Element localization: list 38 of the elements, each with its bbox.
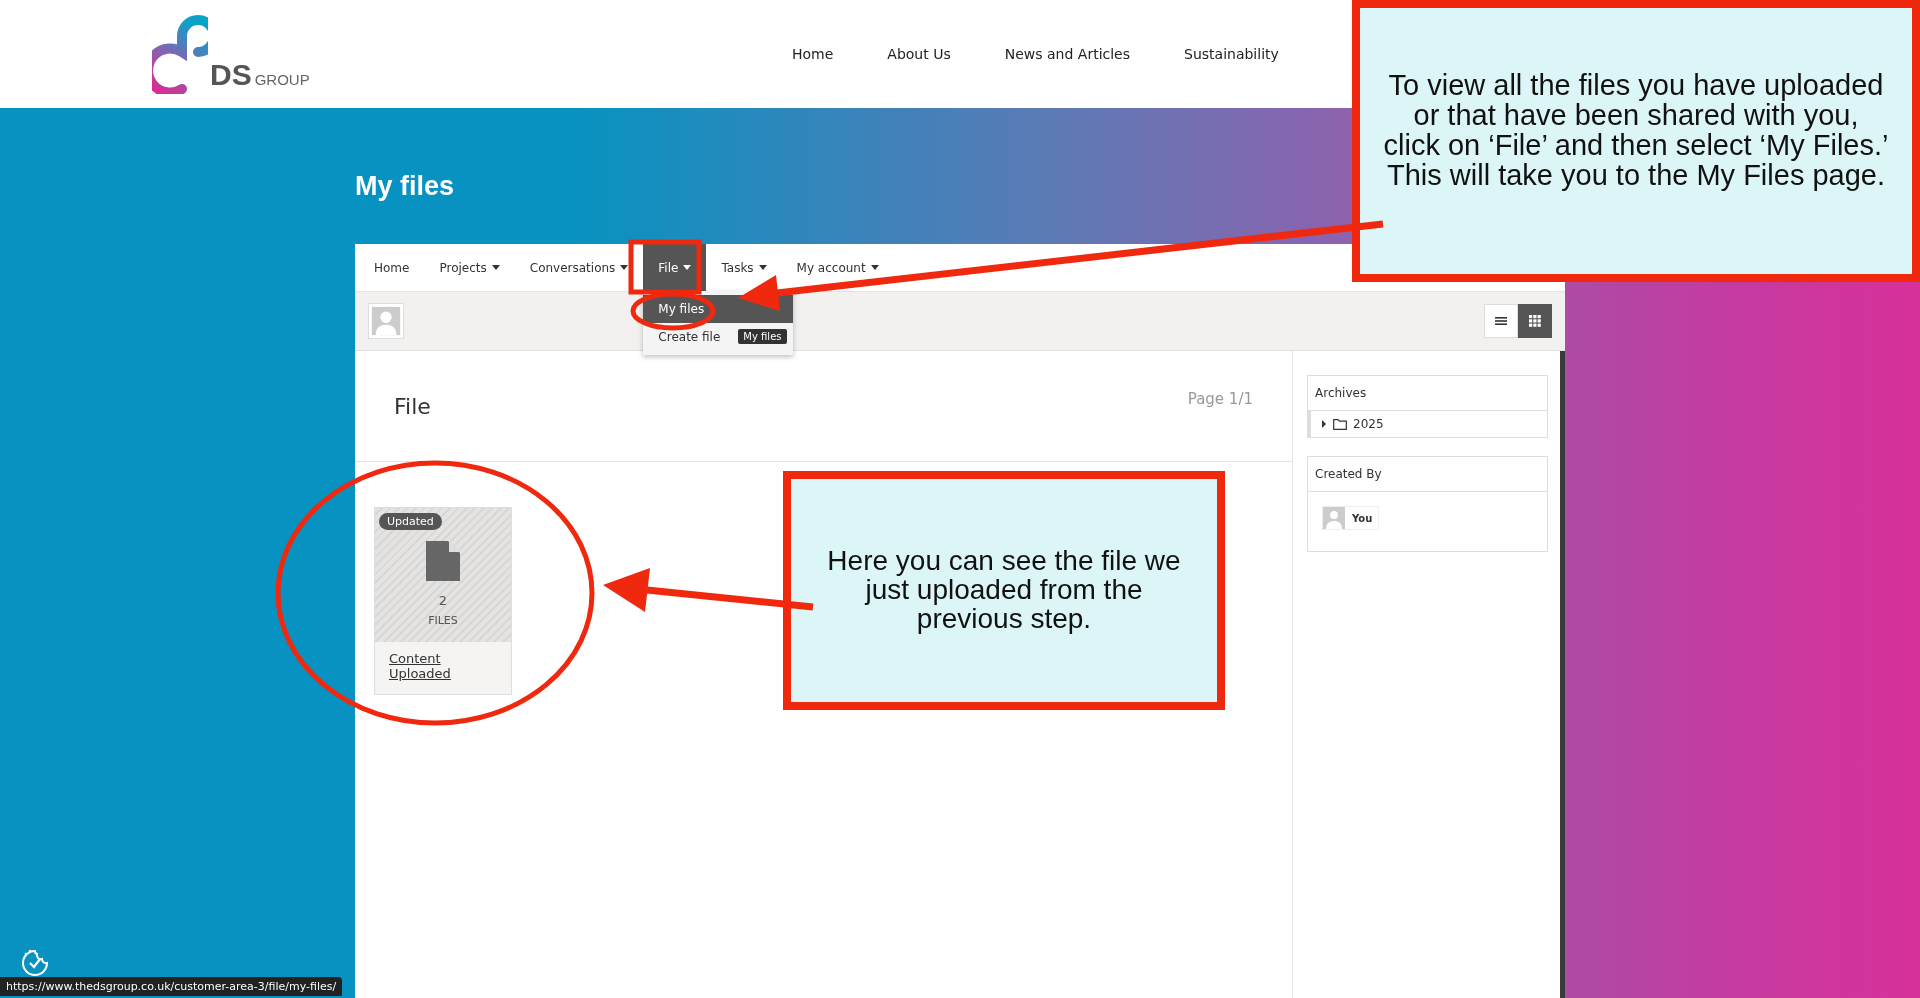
file-count: 2 [438, 593, 448, 608]
tooltip: My files [738, 329, 787, 344]
nav-tab[interactable]: Projects [424, 244, 515, 291]
link-preview-url: https://www.thedsgroup.co.uk/customer-area-3/file/my-files/ [0, 977, 343, 996]
user-filter-chip[interactable]: You [1322, 506, 1380, 530]
nav-tab[interactable]: Conversations [514, 244, 644, 291]
nav-link[interactable]: News and Articles [1004, 46, 1130, 62]
logo-text: DS [210, 60, 252, 90]
page-indicator: Page 1/1 [1187, 390, 1253, 408]
folder-icon [1333, 418, 1347, 430]
grid-icon [1529, 315, 1541, 327]
list-view-button[interactable] [1484, 304, 1518, 338]
callout-note: Here you can see the file we just uploaded from the previous step. [783, 471, 1225, 710]
file-card[interactable]: Updated 2 FILES Content Uploaded [374, 507, 512, 695]
card-title-link[interactable]: Content Uploaded [389, 652, 497, 682]
panel-title: Archives [1308, 376, 1547, 411]
grid-view-button[interactable] [1518, 304, 1552, 338]
page-title: My files [355, 170, 455, 203]
logo-icon [152, 14, 208, 94]
logo-subtext: GROUP [254, 71, 310, 88]
folder-label[interactable]: 2025 [1353, 417, 1384, 431]
avatar-icon [368, 303, 404, 339]
nav-tab[interactable]: Tasks [706, 244, 782, 291]
nav-tab[interactable]: Home [359, 244, 425, 291]
cookie-icon[interactable] [20, 948, 50, 978]
file-icon [426, 541, 460, 581]
nav-link[interactable]: Home [792, 46, 834, 62]
nav-tab[interactable]: My account [781, 244, 894, 291]
section-heading: File [394, 393, 431, 419]
callout-note: To view all the files you have uploaded or that have been shared with you, click on ‘File’ and then select ‘My Files.’ This will take you to the My Files page. [1352, 0, 1920, 282]
avatar-icon [1323, 507, 1345, 529]
status-badge: Updated [379, 513, 442, 530]
nav-link[interactable]: Sustainability [1184, 46, 1279, 62]
file-count-label: FILES [428, 614, 458, 627]
panel-title: Created By [1308, 457, 1547, 492]
nav-link[interactable]: About Us [887, 46, 951, 62]
list-icon [1495, 315, 1507, 327]
caret-right-icon[interactable] [1321, 420, 1327, 428]
